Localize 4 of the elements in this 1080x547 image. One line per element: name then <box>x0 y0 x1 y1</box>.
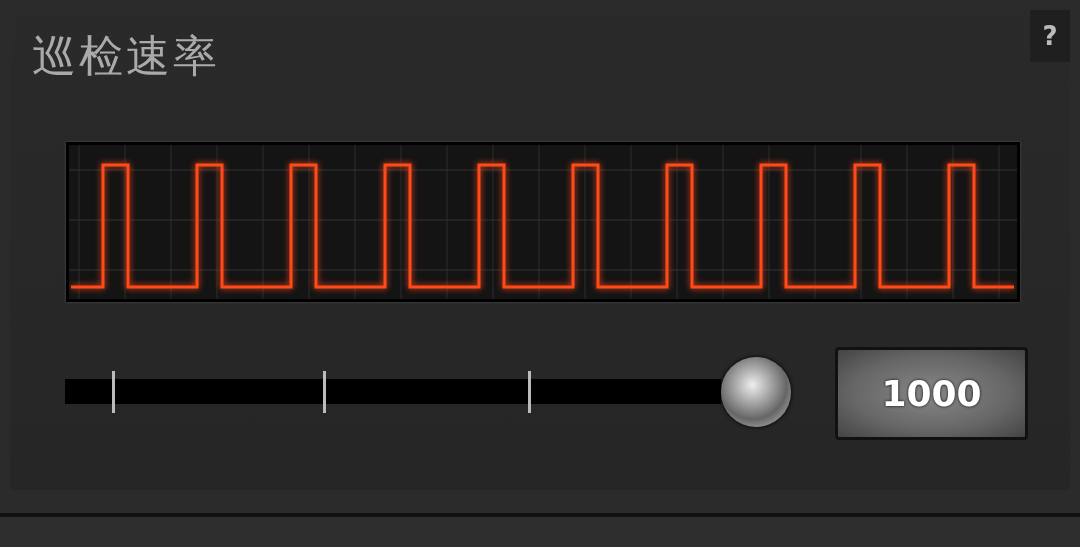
value-display[interactable]: 1000 <box>835 347 1028 440</box>
help-button[interactable]: ? <box>1030 10 1070 62</box>
panel-title: 巡检速率 <box>32 29 220 83</box>
slider-thumb[interactable] <box>721 356 791 427</box>
